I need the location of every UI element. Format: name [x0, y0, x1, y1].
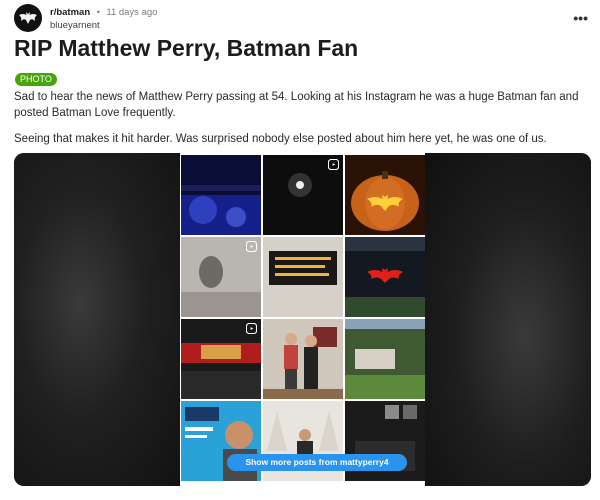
grid-tile-dark-light-orb[interactable]	[263, 155, 343, 235]
show-more-posts-button[interactable]: Show more posts from mattyperry4	[227, 454, 407, 471]
instagram-grid	[180, 153, 425, 486]
grid-tile-bat-signal-night[interactable]	[345, 237, 425, 317]
grid-tile-batman-pumpkin[interactable]	[345, 155, 425, 235]
post-timestamp: 11 days ago	[106, 7, 158, 18]
reel-icon	[328, 159, 339, 170]
post-header: r/batman • 11 days ago blueyarnent	[14, 4, 157, 32]
post-flair[interactable]: PHOTO	[15, 73, 57, 86]
grid-tile-led-sign[interactable]	[263, 237, 343, 317]
more-options-icon[interactable]: •••	[573, 10, 588, 26]
subreddit-link[interactable]: r/batman	[50, 7, 90, 18]
instagram-embed[interactable]: Show more posts from mattyperry4	[14, 153, 591, 486]
meta-separator: •	[96, 7, 100, 18]
bat-logo-icon	[19, 12, 37, 24]
grid-tile-home-theater[interactable]	[181, 319, 261, 399]
grid-tile-blue-night-scene[interactable]	[181, 155, 261, 235]
author-link[interactable]: blueyarnent	[50, 19, 157, 32]
grid-tile-garden-house[interactable]	[345, 319, 425, 399]
reel-icon	[246, 241, 257, 252]
post-paragraph: Seeing that makes it hit harder. Was sur…	[14, 133, 547, 145]
grid-tile-shadow-wall[interactable]	[181, 237, 261, 317]
grid-tile-two-men-photo[interactable]	[263, 319, 343, 399]
post-body: Sad to hear the news of Matthew Perry pa…	[14, 89, 586, 157]
post-paragraph: Sad to hear the news of Matthew Perry pa…	[14, 91, 579, 119]
blurred-backdrop	[14, 153, 180, 486]
blurred-backdrop	[425, 153, 591, 486]
reel-icon	[246, 323, 257, 334]
subreddit-avatar[interactable]	[14, 4, 42, 32]
post-title[interactable]: RIP Matthew Perry, Batman Fan	[14, 35, 358, 62]
post-meta: r/batman • 11 days ago blueyarnent	[50, 4, 157, 32]
